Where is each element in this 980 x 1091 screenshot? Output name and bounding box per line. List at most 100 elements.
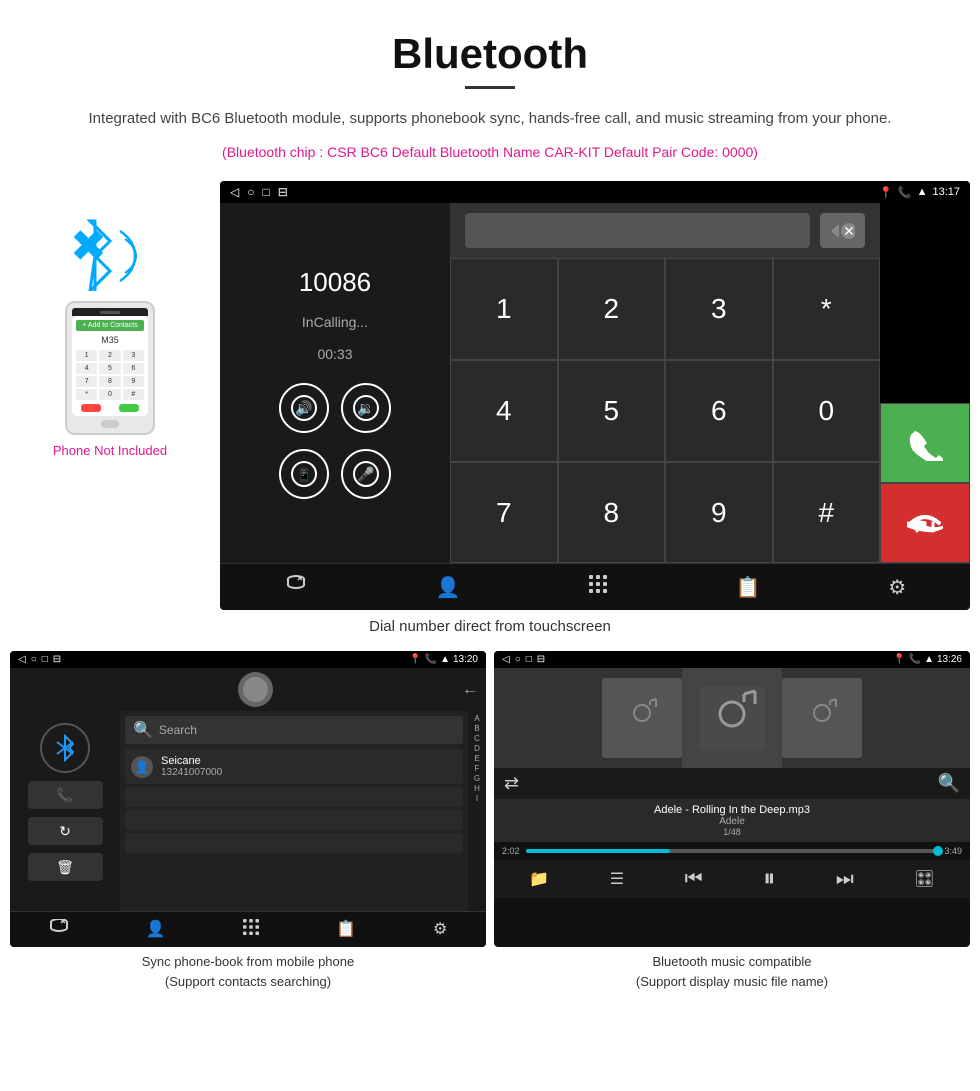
music-status-left: ◁ ○ □ ⊟ [502,654,545,665]
contact-info: Seicane 13241007000 [161,755,222,778]
nav-settings[interactable]: ⚙ [888,575,906,600]
prev-button[interactable]: ⏮ [685,868,703,891]
pb-search-bar[interactable]: 🔍 Search [125,716,463,744]
dial-key-star[interactable]: * [773,258,881,360]
music-progress-row: 2:02 3:49 [494,842,970,860]
svg-text:🔉: 🔉 [357,400,374,417]
pb-wifi-icon: ▲ [440,654,450,665]
bottom-row: ◁ ○ □ ⊟ 📍 📞 ▲ 13:20 ← [0,651,980,947]
dial-pad-section: ✕ 1 2 3 * 4 5 6 0 [450,203,880,563]
music-time: 13:26 [937,654,962,665]
dial-input-box[interactable] [465,213,810,248]
title-divider [465,86,515,89]
dial-key-hash[interactable]: # [773,462,881,564]
pb-refresh-icon: ↻ [59,823,71,840]
equalizer-button[interactable]: 🎛 [914,869,934,889]
music-progress-dot [933,846,943,856]
transfer-button[interactable]: 📱 [279,449,329,499]
pb-bluetooth-button[interactable] [40,723,90,773]
folder-button[interactable]: 📁 [529,869,549,889]
answer-button[interactable] [880,403,970,483]
search-button[interactable]: 🔍 [938,773,960,794]
pb-body: 📞 ↻ 🗑 🔍 Search 👤 Seicane [10,711,486,911]
dial-key-9[interactable]: 9 [665,462,773,564]
next-button[interactable]: ⏭ [836,868,854,891]
dial-key-5[interactable]: 5 [558,360,666,462]
nav-dialpad[interactable] [588,574,608,600]
music-home-icon: ○ [515,654,521,665]
dial-key-8[interactable]: 8 [558,462,666,564]
dial-grid: 1 2 3 * 4 5 6 0 7 8 9 # [450,258,880,563]
music-status-bar: ◁ ○ □ ⊟ 📍 📞 ▲ 13:26 [494,651,970,668]
pb-nav-contacts2[interactable]: 👤 [146,919,166,940]
pb-nav-settings2[interactable]: ⚙ [433,919,447,940]
pb-nav-dialpad2[interactable] [243,919,259,940]
pb-scroll-ball[interactable] [238,672,273,707]
time-display: 13:17 [932,186,960,198]
contact-empty-row-2 [125,810,463,830]
pb-nav-calls[interactable] [49,919,69,940]
alpha-a: A [474,714,479,723]
dial-key-1[interactable]: 1 [450,258,558,360]
phone-home-button [101,420,119,428]
recent-icon: □ [262,185,269,199]
call-timer: 00:33 [317,346,352,362]
music-call-status-icon: 📞 [909,654,921,665]
volume-down-button[interactable]: 🔉 [341,383,391,433]
music-time-current: 2:02 [502,846,520,856]
dial-delete-button[interactable]: ✕ [820,213,865,248]
dial-key-7[interactable]: 7 [450,462,558,564]
phone-not-included-label: Phone Not Included [53,443,167,458]
shuffle-button[interactable]: ⇄ [504,773,519,794]
pb-refresh-button[interactable]: ↻ [28,817,103,845]
call-icon: 📞 [898,186,912,199]
nav-recent-calls[interactable] [284,574,308,600]
phonebook-screen: ◁ ○ □ ⊟ 📍 📞 ▲ 13:20 ← [10,651,486,947]
contact-item-seicane[interactable]: 👤 Seicane 13241007000 [125,749,463,784]
dial-key-0[interactable]: 0 [773,360,881,462]
dial-display: ✕ [450,203,880,258]
pb-back-arrow[interactable]: ← [462,681,478,699]
music-screen: ◁ ○ □ ⊟ 📍 📞 ▲ 13:26 [494,651,970,947]
phone-mockup: + Add to Contacts M35 1 2 3 4 5 6 7 8 9 … [65,301,155,435]
description-text: Integrated with BC6 Bluetooth module, su… [80,107,900,131]
dial-key-4[interactable]: 4 [450,360,558,462]
play-pause-button[interactable]: ⏸ [763,865,775,893]
dial-key-3[interactable]: 3 [665,258,773,360]
volume-up-button[interactable]: 🔊 [279,383,329,433]
phonebook-status-bar: ◁ ○ □ ⊟ 📍 📞 ▲ 13:20 [10,651,486,668]
pb-delete-button[interactable]: 🗑 [28,853,103,881]
pb-contacts: 🔍 Search 👤 Seicane 13241007000 [120,711,468,911]
nav-transfer[interactable]: 📋 [736,575,761,600]
music-bottom-spacer [494,898,970,908]
phone-screen-header: + Add to Contacts [76,320,144,331]
dial-status-bar: ◁ ○ □ ⊟ 📍 📞 ▲ 13:17 [220,181,970,203]
music-progress-bar[interactable] [526,849,939,853]
call-status: InCalling... [302,314,368,330]
bottom-captions: Sync phone-book from mobile phone(Suppor… [0,947,980,1011]
call-controls-row1: 🔊 🔉 [279,383,391,433]
pb-bottom-nav: 👤 📋 ⚙ [10,911,486,947]
svg-text:✕: ✕ [843,223,855,239]
dial-key-6[interactable]: 6 [665,360,773,462]
menu-icon: ⊟ [278,185,288,199]
wifi-icon: ▲ [917,186,928,198]
bluetooth-waves-icon [60,211,160,291]
alpha-g: G [474,774,480,783]
pb-nav-transfer2[interactable]: 📋 [336,919,356,940]
contact-avatar: 👤 [131,756,153,778]
pb-menu-icon: ⊟ [53,654,61,665]
contact-empty-row-1 [125,787,463,807]
nav-contacts[interactable]: 👤 [435,575,460,600]
dial-nav-bar: 👤 📋 ⚙ [220,563,970,610]
hangup-button[interactable] [880,483,970,563]
alpha-f: F [475,764,480,773]
album-art-right [782,678,862,758]
contact-name: Seicane [161,755,222,767]
playlist-button[interactable]: ☰ [610,869,624,889]
svg-text:🎤: 🎤 [357,465,375,483]
pb-top-bar: ← [10,668,486,711]
dial-key-2[interactable]: 2 [558,258,666,360]
mute-button[interactable]: 🎤 [341,449,391,499]
pb-call-button[interactable]: 📞 [28,781,103,809]
